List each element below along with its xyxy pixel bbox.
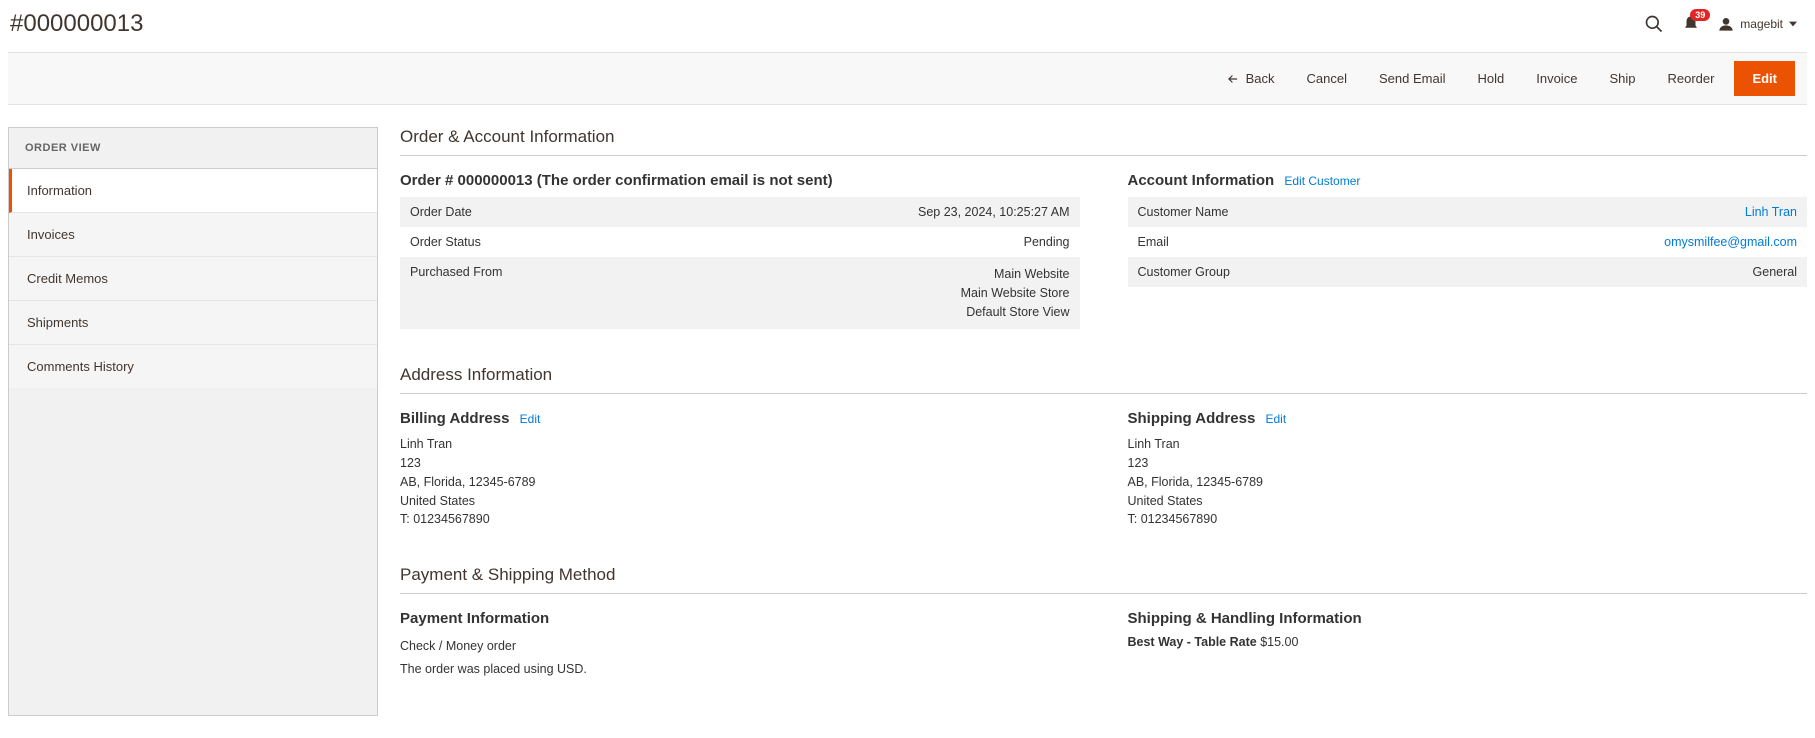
ship-button[interactable]: Ship (1593, 53, 1651, 104)
customer-group-value: General (1415, 257, 1807, 287)
username-label: magebit (1740, 17, 1783, 31)
customer-name-label: Customer Name (1128, 197, 1416, 227)
edit-button[interactable]: Edit (1734, 61, 1795, 96)
payment-method: Check / Money order (400, 635, 1080, 658)
section-order-account-title: Order & Account Information (400, 127, 1807, 156)
shipping-address-title: Shipping Address (1128, 410, 1256, 427)
account-subtitle: Account Information (1128, 172, 1275, 189)
purchased-from-value: Main Website Main Website Store Default … (669, 257, 1079, 329)
notifications-badge: 39 (1690, 9, 1710, 21)
shipping-edit-link[interactable]: Edit (1265, 412, 1286, 426)
page-title: #000000013 (10, 10, 143, 38)
sidebar-item-comments-history[interactable]: Comments History (9, 345, 377, 388)
email-link[interactable]: omysmilfee@gmail.com (1664, 235, 1797, 249)
customer-name-link[interactable]: Linh Tran (1745, 205, 1797, 219)
send-email-button[interactable]: Send Email (1363, 53, 1461, 104)
shipping-address-block: Linh Tran 123 AB, Florida, 12345-6789 Un… (1128, 435, 1808, 529)
billing-edit-link[interactable]: Edit (520, 412, 541, 426)
shipping-method-line: Best Way - Table Rate $15.00 (1128, 635, 1808, 649)
shipping-info-title: Shipping & Handling Information (1128, 610, 1808, 627)
billing-address-block: Linh Tran 123 AB, Florida, 12345-6789 Un… (400, 435, 1080, 529)
email-label: Email (1128, 227, 1416, 257)
account-info-table: Customer Name Linh Tran Email omysmilfee… (1128, 197, 1808, 287)
sidebar-item-information[interactable]: Information (9, 169, 377, 213)
sidebar: ORDER VIEW Information Invoices Credit M… (8, 127, 378, 716)
sidebar-header: ORDER VIEW (9, 128, 377, 169)
order-info-table: Order Date Sep 23, 2024, 10:25:27 AM Ord… (400, 197, 1080, 329)
notifications-icon[interactable]: 39 (1682, 15, 1700, 33)
payment-info-title: Payment Information (400, 610, 1080, 627)
section-payment-shipping-title: Payment & Shipping Method (400, 565, 1807, 594)
user-menu[interactable]: magebit (1718, 16, 1797, 32)
sidebar-item-shipments[interactable]: Shipments (9, 301, 377, 345)
section-address-title: Address Information (400, 365, 1807, 394)
billing-address-title: Billing Address (400, 410, 509, 427)
sidebar-item-invoices[interactable]: Invoices (9, 213, 377, 257)
order-status-value: Pending (669, 227, 1079, 257)
payment-currency: The order was placed using USD. (400, 658, 1080, 681)
order-status-label: Order Status (400, 227, 669, 257)
action-toolbar: Back Cancel Send Email Hold Invoice Ship… (8, 52, 1807, 105)
order-date-value: Sep 23, 2024, 10:25:27 AM (669, 197, 1079, 227)
cancel-button[interactable]: Cancel (1291, 53, 1363, 104)
search-icon[interactable] (1644, 14, 1664, 34)
edit-customer-link[interactable]: Edit Customer (1284, 174, 1360, 188)
back-label: Back (1246, 71, 1275, 86)
reorder-button[interactable]: Reorder (1651, 53, 1730, 104)
back-button[interactable]: Back (1210, 53, 1291, 104)
purchased-from-label: Purchased From (400, 257, 669, 329)
invoice-button[interactable]: Invoice (1520, 53, 1593, 104)
order-subtitle: Order # 000000013 (The order confirmatio… (400, 172, 1080, 189)
order-date-label: Order Date (400, 197, 669, 227)
hold-button[interactable]: Hold (1461, 53, 1520, 104)
sidebar-item-credit-memos[interactable]: Credit Memos (9, 257, 377, 301)
customer-group-label: Customer Group (1128, 257, 1416, 287)
